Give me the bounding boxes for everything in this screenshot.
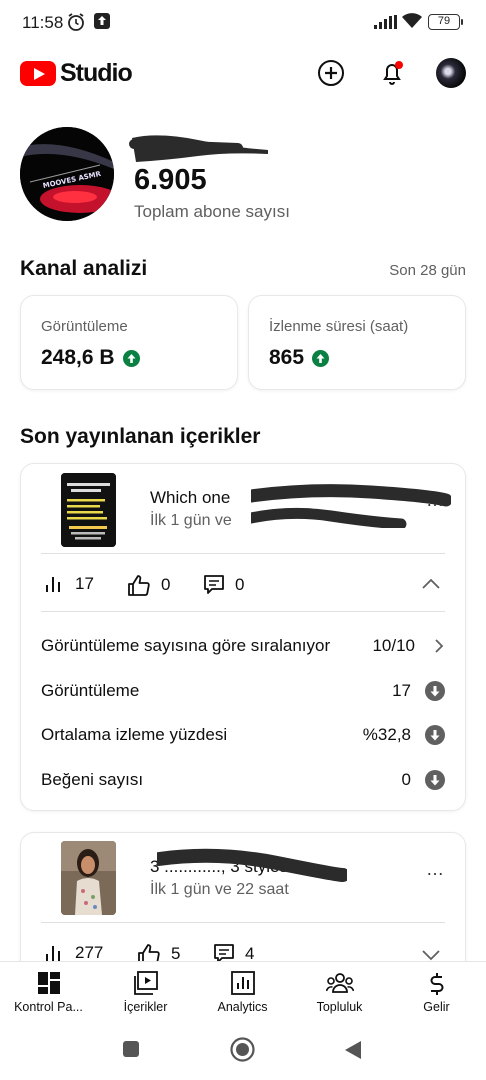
account-avatar[interactable]	[436, 58, 466, 88]
video-card[interactable]: Which one İlk 1 gün ve … 17 0 0 Görüntül…	[20, 463, 466, 811]
views-stat[interactable]: 17	[45, 574, 94, 594]
row-label: Beğeni sayısı	[41, 770, 144, 789]
metric-label: İzlenme süresi (saat)	[269, 318, 409, 335]
nav-label: Analytics	[217, 1000, 268, 1014]
nav-dashboard[interactable]: Kontrol Pa...	[0, 962, 97, 1022]
watch-time-metric-card[interactable]: İzlenme süresi (saat) 865	[248, 295, 466, 390]
row-value: 17	[392, 681, 411, 700]
row-value: 0	[401, 770, 411, 789]
metric-row-views: Görüntüleme 17	[41, 676, 445, 706]
metric-row-likes: Beğeni sayısı 0	[41, 765, 445, 795]
rank-label: Görüntüleme sayısına göre sıralanıyor	[41, 636, 331, 655]
nav-label: Gelir	[423, 1000, 450, 1014]
analytics-icon	[230, 971, 255, 995]
alarm-icon	[68, 13, 84, 31]
back-button-icon[interactable]	[343, 1039, 363, 1061]
video-thumbnail-image	[61, 841, 116, 915]
metric-value: 248,6 B	[41, 346, 140, 370]
trend-up-icon	[122, 349, 140, 367]
signal-icon	[374, 15, 397, 29]
thumbs-up-icon	[128, 575, 150, 596]
nav-label: İçerikler	[123, 1000, 168, 1014]
home-button-icon[interactable]	[230, 1037, 255, 1062]
divider	[41, 611, 445, 612]
notifications-button[interactable]	[375, 56, 409, 90]
nav-label: Topluluk	[316, 1000, 363, 1014]
row-label: Görüntüleme	[41, 681, 140, 700]
views-metric-card[interactable]: Görüntüleme 248,6 B	[20, 295, 238, 390]
channel-avatar-image: MOOVES ASMR	[20, 127, 114, 221]
likes-stat[interactable]: 0	[127, 574, 170, 596]
wifi-icon	[402, 13, 422, 28]
bar-chart-icon	[46, 577, 60, 592]
chevron-down-icon[interactable]	[421, 948, 441, 962]
video-title-redacted	[251, 484, 451, 528]
views-stat[interactable]: 277	[45, 943, 103, 963]
row-value: %32,8	[362, 725, 411, 744]
channel-name-redacted	[129, 135, 268, 162]
views-count: 277	[75, 943, 104, 962]
trend-down-icon	[425, 770, 445, 790]
subscriber-count: 6.905	[134, 164, 207, 196]
community-icon	[325, 973, 354, 993]
rank-row[interactable]: Görüntüleme sayısına göre sıralanıyor 10…	[41, 631, 445, 661]
bottom-navigation: Kontrol Pa... İçerikler Analytics Toplul…	[0, 961, 486, 1021]
comments-count: 0	[235, 575, 245, 594]
nav-earn[interactable]: Gelir	[388, 962, 485, 1022]
nav-community[interactable]: Topluluk	[291, 962, 388, 1022]
dashboard-icon	[37, 972, 60, 994]
bar-chart-icon	[46, 946, 60, 961]
video-more-menu[interactable]: …	[426, 490, 445, 511]
video-title-redacted	[157, 848, 347, 882]
video-thumbnail-image	[61, 473, 116, 547]
likes-count: 0	[161, 575, 171, 594]
system-navigation-bar	[0, 1021, 486, 1080]
video-thumbnail[interactable]	[61, 841, 116, 915]
youtube-logo-icon	[20, 61, 56, 86]
analytics-section-title: Kanal analizi	[20, 257, 148, 280]
content-icon	[133, 971, 158, 995]
subscriber-label: Toplam abone sayısı	[134, 202, 290, 221]
comment-icon	[204, 575, 224, 594]
recent-section-title: Son yayınlanan içerikler	[20, 425, 261, 448]
recents-button-icon[interactable]	[122, 1040, 140, 1058]
analytics-period: Son 28 gün	[389, 262, 466, 279]
comments-stat[interactable]: 0	[203, 574, 244, 596]
metric-value-text: 865	[269, 346, 305, 369]
create-button[interactable]	[314, 56, 348, 90]
status-time: 11:58	[22, 13, 64, 32]
create-icon	[318, 60, 344, 86]
metric-row-avg-view: Ortalama izleme yüzdesi %32,8	[41, 720, 445, 750]
video-thumbnail[interactable]	[61, 473, 116, 547]
notifications-icon	[383, 61, 403, 85]
metric-value-text: 248,6 B	[41, 346, 115, 369]
trend-down-icon	[425, 725, 445, 745]
upload-notification-icon	[94, 13, 110, 29]
video-subtitle: İlk 1 gün ve	[150, 512, 232, 529]
metric-label: Görüntüleme	[41, 318, 128, 335]
divider	[41, 922, 445, 923]
views-count: 17	[75, 574, 94, 593]
metric-value: 865	[269, 346, 330, 370]
row-label: Ortalama izleme yüzdesi	[41, 725, 228, 744]
app-name: Studio	[60, 59, 133, 87]
trend-down-icon	[425, 681, 445, 701]
chevron-up-icon[interactable]	[421, 577, 441, 591]
chevron-right-icon	[435, 639, 444, 653]
battery-indicator: 79	[428, 14, 463, 30]
app-header: Studio	[0, 44, 486, 104]
nav-label: Kontrol Pa...	[14, 1000, 83, 1014]
earn-icon	[430, 973, 443, 995]
video-more-menu[interactable]: …	[426, 859, 445, 880]
channel-avatar[interactable]: MOOVES ASMR	[20, 127, 114, 221]
nav-content[interactable]: İçerikler	[97, 962, 194, 1022]
status-bar: 11:58 79	[0, 0, 486, 44]
rank-value: 10/10	[372, 636, 415, 655]
trend-up-icon	[312, 349, 330, 367]
nav-analytics[interactable]: Analytics	[194, 962, 291, 1022]
divider	[41, 553, 445, 554]
studio-logo[interactable]: Studio	[20, 59, 133, 88]
